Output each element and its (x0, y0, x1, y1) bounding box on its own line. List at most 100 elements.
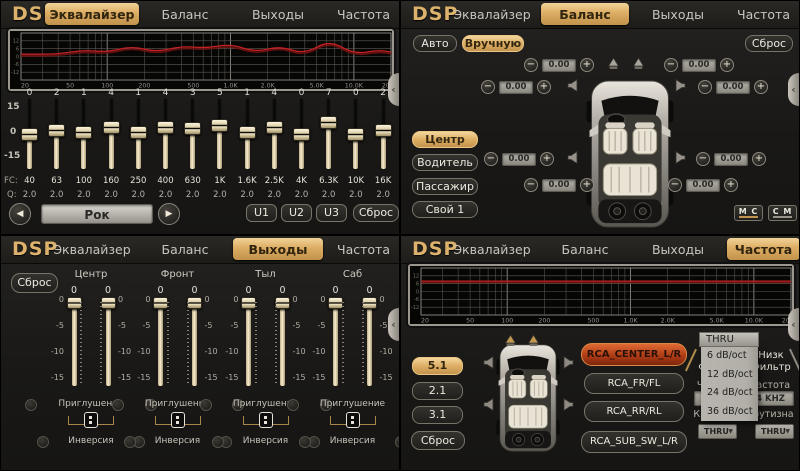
eq-band-slider-handle[interactable] (21, 128, 38, 141)
preset-display[interactable]: Рок (41, 204, 153, 224)
tab-balance[interactable]: Баланс (541, 3, 629, 25)
slope-option-12db[interactable]: 12 dB/oct (701, 366, 758, 385)
eq-band-slider-handle[interactable] (184, 122, 201, 135)
balance-minus-button[interactable]: − (524, 58, 538, 72)
eq-band-slider-handle[interactable] (266, 121, 283, 134)
outputs-reset-button[interactable]: Сброс (11, 273, 58, 293)
invert-toggle[interactable] (37, 436, 49, 448)
rca-center-button[interactable]: RCA_CENTER_L/R (581, 343, 687, 366)
panel-header: DSP Эквалайзер Баланс Выходы Частота (401, 1, 799, 29)
preset-next-button[interactable]: ▶ (158, 203, 180, 225)
memory-u3-button[interactable]: U3 (316, 204, 347, 222)
link-icon[interactable] (346, 412, 360, 428)
eq-band-slider-handle[interactable] (48, 124, 65, 137)
mc-button[interactable]: M C (734, 205, 763, 221)
output-scale-label: -5 (46, 321, 64, 330)
output-slider-handle[interactable] (187, 297, 202, 309)
high-slope-select[interactable]: THRU▼ (698, 424, 737, 439)
eq-band-slider-handle[interactable] (239, 126, 256, 139)
rca-front-button[interactable]: RCA_FR/FL (584, 373, 684, 394)
balance-manual-button[interactable]: Вручную (462, 35, 524, 52)
position-custom-button[interactable]: Свой 1 (412, 201, 478, 218)
tab-equalizer[interactable]: Эквалайзер (445, 3, 539, 25)
rca-sub-button[interactable]: RCA_SUB_SW_L/R (581, 431, 687, 453)
cm-button[interactable]: C M (768, 205, 797, 221)
output-slider-handle[interactable] (101, 297, 116, 309)
invert-toggle[interactable] (299, 436, 311, 448)
balance-plus-button[interactable]: + (754, 80, 768, 94)
invert-toggle[interactable] (124, 436, 136, 448)
balance-plus-button[interactable]: + (752, 152, 766, 166)
svg-text:500: 500 (587, 318, 599, 325)
eq-band-slider-handle[interactable] (103, 121, 120, 134)
tab-equalizer[interactable]: Эквалайзер (45, 238, 139, 260)
tab-outputs[interactable]: Выходы (233, 3, 323, 25)
balance-minus-button[interactable]: − (668, 178, 682, 192)
eq-band-slider-handle[interactable] (130, 126, 147, 139)
balance-plus-button[interactable]: + (537, 80, 551, 94)
tab-outputs[interactable]: Выходы (633, 238, 723, 260)
position-passenger-button[interactable]: Пассажир (412, 178, 478, 195)
drawer-handle[interactable]: ‹ (788, 308, 799, 341)
eq-band-slider-handle[interactable] (157, 121, 174, 134)
eq-band-slider-handle[interactable] (211, 119, 228, 132)
position-driver-button[interactable]: Водитель (412, 154, 478, 171)
mode-3-1-button[interactable]: 3.1 (412, 406, 463, 424)
mode-2-1-button[interactable]: 2.1 (412, 382, 463, 400)
tab-balance[interactable]: Баланс (541, 238, 629, 260)
mute-toggle[interactable] (287, 399, 299, 411)
tab-balance[interactable]: Баланс (141, 3, 229, 25)
eq-reset-button[interactable]: Сброс (353, 204, 399, 222)
balance-minus-button[interactable]: − (524, 178, 538, 192)
eq-band-gain-value: 0 (19, 88, 41, 98)
balance-plus-button[interactable]: + (580, 58, 594, 72)
mute-toggle[interactable] (112, 399, 124, 411)
tab-equalizer[interactable]: Эквалайзер (45, 3, 139, 25)
slope-option-24db[interactable]: 24 dB/oct (701, 384, 758, 403)
eq-band-slider-handle[interactable] (347, 128, 364, 141)
memory-u1-button[interactable]: U1 (246, 204, 277, 222)
balance-minus-button[interactable]: − (664, 58, 678, 72)
low-slope-select[interactable]: THRU▼ (755, 424, 794, 439)
eq-band-slider-handle[interactable] (293, 128, 310, 141)
balance-auto-button[interactable]: Авто (413, 35, 457, 52)
tab-equalizer[interactable]: Эквалайзер (445, 238, 539, 260)
link-icon[interactable] (171, 412, 185, 428)
balance-minus-button[interactable]: − (481, 80, 495, 94)
balance-minus-button[interactable]: − (484, 152, 498, 166)
output-slider-handle[interactable] (275, 297, 290, 309)
eq-band-slider-handle[interactable] (375, 124, 392, 137)
balance-plus-button[interactable]: + (540, 152, 554, 166)
memory-u2-button[interactable]: U2 (281, 204, 312, 222)
link-icon[interactable] (259, 412, 273, 428)
position-center-button[interactable]: Центр (412, 131, 478, 148)
invert-toggle[interactable] (212, 436, 224, 448)
drawer-handle[interactable]: ‹ (788, 73, 799, 106)
tab-frequency[interactable]: Частота (727, 238, 800, 260)
tab-balance[interactable]: Баланс (141, 238, 229, 260)
preset-prev-button[interactable]: ◀ (9, 203, 31, 225)
mute-toggle[interactable] (200, 399, 212, 411)
balance-plus-button[interactable]: + (580, 178, 594, 192)
slope-dropdown-selected[interactable]: THRU (699, 332, 759, 347)
output-slider-handle[interactable] (362, 297, 377, 309)
link-icon[interactable] (84, 412, 98, 428)
rca-rear-button[interactable]: RCA_RR/RL (584, 401, 684, 422)
tab-outputs[interactable]: Выходы (233, 238, 323, 260)
balance-minus-button[interactable]: − (698, 80, 712, 94)
slope-option-6db[interactable]: 6 dB/oct (701, 347, 758, 366)
tab-frequency[interactable]: Частота (327, 3, 400, 25)
mode-5-1-button[interactable]: 5.1 (412, 357, 463, 375)
eq-band-slider-handle[interactable] (320, 116, 337, 129)
mute-toggle[interactable] (25, 399, 37, 411)
tab-outputs[interactable]: Выходы (633, 3, 723, 25)
tab-frequency[interactable]: Частота (327, 238, 400, 260)
balance-reset-button[interactable]: Сброс (745, 35, 793, 52)
tab-frequency[interactable]: Частота (727, 3, 800, 25)
balance-plus-button[interactable]: + (724, 178, 738, 192)
slope-option-36db[interactable]: 36 dB/oct (701, 403, 758, 422)
balance-minus-button[interactable]: − (696, 152, 710, 166)
balance-plus-button[interactable]: + (720, 58, 734, 72)
crossover-reset-button[interactable]: Сброс (411, 431, 465, 450)
eq-band-slider-handle[interactable] (75, 126, 92, 139)
